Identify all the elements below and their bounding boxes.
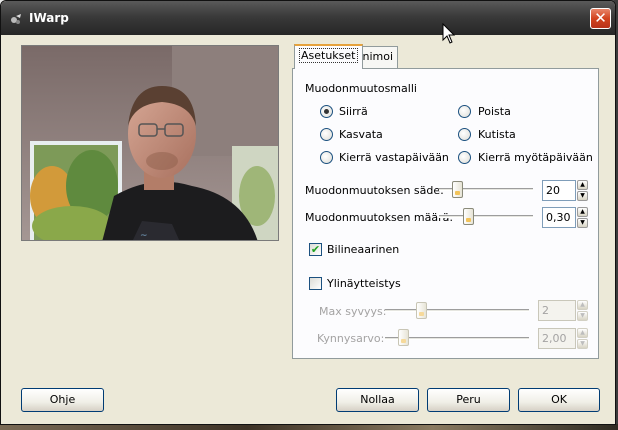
iwarp-dialog: IWarp ✕ ~ Asetukset Animoi Muodonmuutosm… (0, 0, 616, 425)
spin-up-icon: ▲ (580, 301, 585, 308)
close-button[interactable]: ✕ (590, 8, 611, 29)
tab-settings-label: Asetukset (299, 48, 358, 63)
svg-text:~: ~ (140, 231, 148, 241)
deform-radius-label: Muodonmuutoksen säde: (305, 184, 444, 197)
radio-swirl-cw-label: Kierrä myötäpäivään (478, 151, 593, 164)
cancel-button[interactable]: Peru (427, 388, 510, 412)
threshold-input[interactable]: 2,00 (538, 328, 576, 349)
max-depth-input[interactable]: 2 (538, 300, 576, 321)
threshold-slider-handle[interactable] (398, 329, 409, 346)
reset-button[interactable]: Nollaa (336, 388, 419, 412)
deform-amount-down-button[interactable]: ▼ (577, 218, 588, 228)
supersampling-label: Ylinäytteistys (327, 277, 401, 290)
deform-amount-label: Muodonmuutoksen määrä: (305, 211, 454, 224)
radio-grow-label: Kasvata (339, 128, 383, 141)
spin-up-icon: ▲ (580, 181, 585, 188)
deform-amount-up-button[interactable]: ▲ (577, 207, 588, 217)
deform-radius-input[interactable]: 20 (542, 180, 576, 201)
close-icon: ✕ (594, 9, 607, 27)
image-preview[interactable]: ~ (21, 45, 279, 241)
radio-swirl-ccw[interactable] (320, 151, 333, 164)
spin-down-icon: ▼ (580, 312, 585, 319)
checkmark-icon: ✔ (310, 243, 321, 256)
preview-photo: ~ (22, 46, 278, 241)
deform-radius-down-button[interactable]: ▼ (577, 191, 588, 201)
titlebar[interactable]: IWarp ✕ (1, 1, 615, 35)
app-icon (11, 14, 21, 24)
radio-shrink-label: Kutista (478, 128, 516, 141)
radio-grow[interactable] (320, 128, 333, 141)
spin-down-icon: ▼ (580, 219, 585, 226)
supersampling-checkbox[interactable] (309, 277, 322, 290)
tab-settings[interactable]: Asetukset (294, 44, 363, 69)
spin-down-icon: ▼ (580, 340, 585, 347)
max-depth-label: Max syvyys: (319, 305, 387, 318)
threshold-label: Kynnysarvo: (317, 332, 385, 345)
radio-remove[interactable] (458, 105, 471, 118)
deform-radius-up-button[interactable]: ▲ (577, 180, 588, 190)
max-depth-slider[interactable] (385, 309, 529, 312)
spin-down-icon: ▼ (580, 192, 585, 199)
mouse-cursor-icon (442, 23, 456, 44)
deform-mode-title: Muodonmuutosmalli (305, 82, 417, 95)
max-depth-up-button[interactable]: ▲ (577, 300, 588, 310)
bilinear-checkbox[interactable]: ✔ (309, 243, 322, 256)
max-depth-slider-handle[interactable] (416, 302, 427, 319)
radio-remove-label: Poista (478, 105, 511, 118)
spin-up-icon: ▲ (580, 208, 585, 215)
radio-shrink[interactable] (458, 128, 471, 141)
deform-amount-slider[interactable] (439, 215, 533, 218)
deform-amount-slider-handle[interactable] (463, 208, 474, 225)
help-button[interactable]: Ohje (21, 388, 104, 412)
radio-move-label: Siirrä (339, 105, 368, 118)
radio-move[interactable] (320, 105, 333, 118)
threshold-up-button[interactable]: ▲ (577, 328, 588, 338)
window-title: IWarp (29, 11, 69, 25)
threshold-down-button[interactable]: ▼ (577, 339, 588, 349)
radio-swirl-cw[interactable] (458, 151, 471, 164)
deform-radius-slider-handle[interactable] (452, 181, 463, 198)
bilinear-label: Bilineaarinen (327, 243, 400, 256)
deform-amount-input[interactable]: 0,30 (542, 207, 576, 228)
spin-up-icon: ▲ (580, 329, 585, 336)
max-depth-down-button[interactable]: ▼ (577, 311, 588, 321)
ok-button[interactable]: OK (518, 388, 600, 412)
radio-swirl-ccw-label: Kierrä vastapäivään (339, 151, 449, 164)
